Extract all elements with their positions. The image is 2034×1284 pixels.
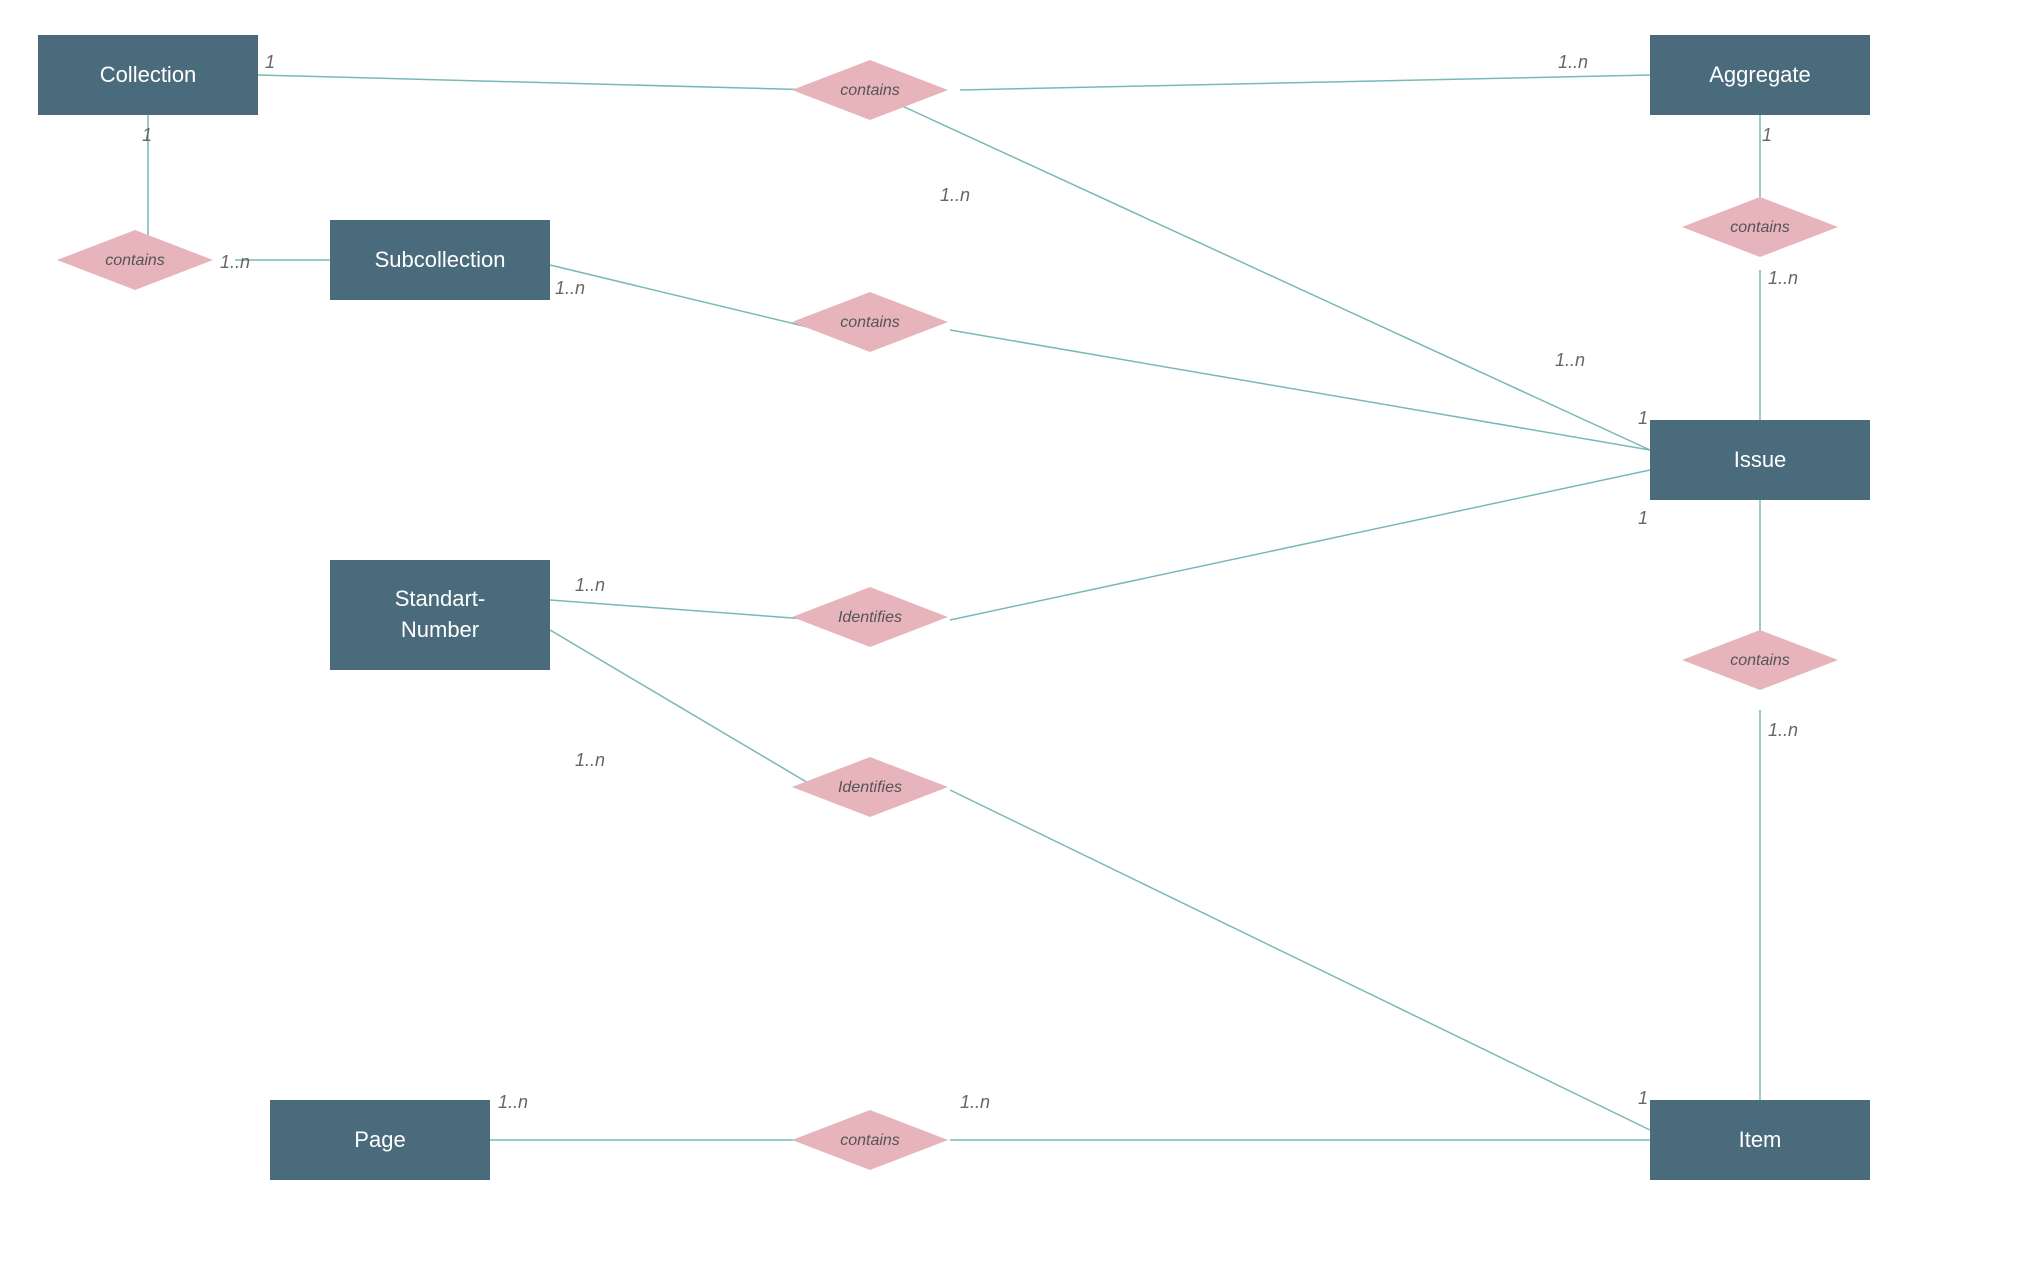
card-1n-contains-top-diag: 1..n	[940, 185, 970, 206]
card-1n-contains-page-right: 1..n	[960, 1092, 990, 1113]
svg-text:contains: contains	[840, 82, 900, 99]
card-1n-standart-identifies-bot: 1..n	[575, 750, 605, 771]
diamond-contains-issue: contains	[1680, 628, 1840, 692]
card-1-issue-top: 1	[1638, 408, 1648, 429]
diamond-contains-page: contains	[790, 1108, 950, 1172]
diamond-identifies-bot: Identifies	[790, 755, 950, 819]
entity-standart-number: Standart-Number	[330, 560, 550, 670]
svg-text:Identifies: Identifies	[838, 609, 902, 626]
diamond-contains-right: contains	[1680, 195, 1840, 259]
entity-collection: Collection	[38, 35, 258, 115]
card-1n-contains-right-bottom: 1..n	[1768, 268, 1798, 289]
card-1n-contains-left-right: 1..n	[220, 252, 250, 273]
diamond-contains-mid: contains	[790, 290, 950, 354]
card-1n-subcollection-right: 1..n	[555, 278, 585, 299]
er-diagram: Collection Aggregate Subcollection Issue…	[0, 0, 2034, 1284]
svg-text:contains: contains	[840, 314, 900, 331]
card-1n-issue-item: 1..n	[1768, 720, 1798, 741]
card-1n-contains-mid-right: 1..n	[1555, 350, 1585, 371]
svg-text:contains: contains	[1730, 652, 1790, 669]
entity-item: Item	[1650, 1100, 1870, 1180]
svg-text:Identifies: Identifies	[838, 779, 902, 796]
entity-issue: Issue	[1650, 420, 1870, 500]
diamond-contains-top: contains	[790, 58, 950, 122]
diamond-contains-left: contains	[55, 228, 215, 292]
diamond-identifies-top: Identifies	[790, 585, 950, 649]
card-1-collection-bottom: 1	[142, 125, 152, 146]
entity-subcollection: Subcollection	[330, 220, 550, 300]
svg-text:contains: contains	[1730, 219, 1790, 236]
card-1n-page-right: 1..n	[498, 1092, 528, 1113]
entity-aggregate: Aggregate	[1650, 35, 1870, 115]
card-1n-standart-identifies-top: 1..n	[575, 575, 605, 596]
card-1n-contains-top-right: 1..n	[1558, 52, 1588, 73]
svg-text:contains: contains	[840, 1132, 900, 1149]
card-1-collection-right: 1	[265, 52, 275, 73]
card-1-item-top: 1	[1638, 1088, 1648, 1109]
svg-text:contains: contains	[105, 252, 165, 269]
card-1-aggregate-bottom: 1	[1762, 125, 1772, 146]
card-1-issue-bottom: 1	[1638, 508, 1648, 529]
entity-page: Page	[270, 1100, 490, 1180]
